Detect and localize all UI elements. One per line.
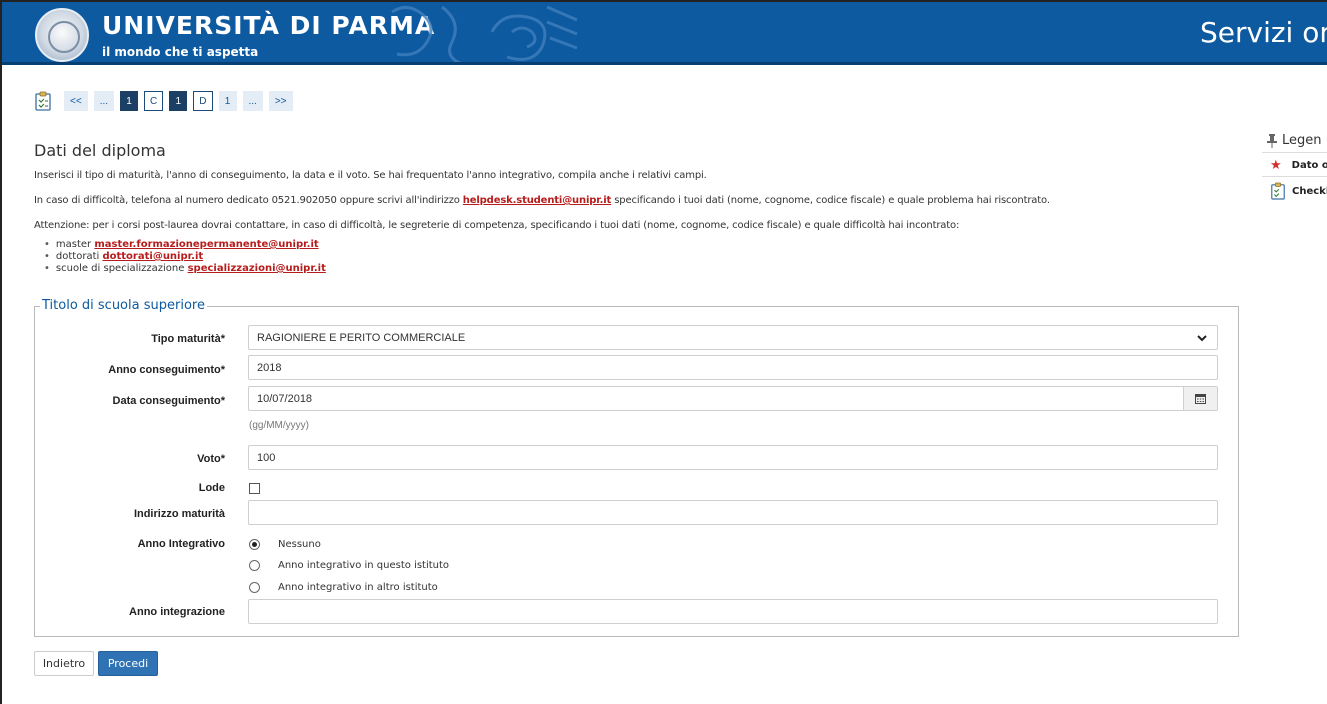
site-header: UNIVERSITÀ DI PARMA il mondo che ti aspe… [2,2,1327,65]
help-text-after: specificando i tuoi dati (nome, cognome,… [611,195,1050,206]
next-button[interactable]: Procedi [98,651,158,676]
intro-text: Inserisci il tipo di maturità, l'anno di… [34,170,707,181]
contacts-list: master master.formazionepermanente@unipr… [44,239,326,275]
date-format-hint: (gg/MM/yyyy) [249,420,309,431]
wizard-pager: << ... 1 C 1 D 1 ... >> [34,91,299,111]
warning-text: Attenzione: per i corsi post-laurea dovr… [34,220,960,231]
radio-nessuno[interactable]: Nessuno [249,537,321,551]
radio-label: Anno integrativo in questo istituto [278,559,450,571]
legend-item-checklist: Checkl [1270,182,1327,200]
legend-item-required: ★ Dato o [1270,158,1327,173]
voto-input[interactable]: 100 [248,445,1218,470]
list-item: master master.formazionepermanente@unipr… [44,239,326,251]
pager-step-current[interactable]: 1 [169,91,188,111]
anno-conseguimento-label: Anno conseguimento* [108,364,225,376]
anno-integrazione-input[interactable] [248,599,1218,624]
header-decoration [391,5,578,65]
radio-questo-istituto[interactable]: Anno integrativo in questo istituto [249,558,449,572]
voto-label: Voto* [197,453,225,465]
data-conseguimento-input[interactable]: 10/07/2018 [248,386,1218,411]
legend-divider [1262,176,1327,177]
fieldset-legend: Titolo di scuola superiore [40,298,207,313]
pager-last[interactable]: >> [268,91,293,111]
contact-label: master [55,239,92,250]
header-bottom-rule [2,62,1327,65]
legend-divider [1262,152,1327,153]
indirizzo-maturita-input[interactable] [248,500,1218,525]
legend-item-label: Checkl [1292,185,1327,197]
legend-panel-title: Legen [1266,133,1322,148]
services-title: Servizi onli [1200,16,1327,49]
list-item: dottorati dottorati@unipr.it [44,251,326,263]
radio-label: Nessuno [278,538,321,550]
pager-ellipsis[interactable]: ... [242,91,263,111]
tipo-maturita-select[interactable]: RAGIONIERE E PERITO COMMERCIALE [248,325,1218,350]
star-icon: ★ [1270,158,1282,173]
radio-button[interactable] [249,559,260,571]
data-conseguimento-value: 10/07/2018 [257,392,313,405]
helpdesk-email-link[interactable]: helpdesk.studenti@unipr.it [463,195,612,206]
anno-integrazione-label: Anno integrazione [129,606,225,618]
checklist-icon[interactable] [34,91,52,111]
list-item: scuole di specializzazione specializzazi… [44,263,326,275]
lode-label: Lode [198,482,225,494]
page-title: Dati del diploma [34,141,166,160]
university-seal-logo[interactable] [35,8,89,62]
brand-subtitle: il mondo che ti aspetta [102,45,259,59]
radio-label: Anno integrativo in altro istituto [278,581,438,593]
legend-title-text: Legen [1282,133,1322,148]
anno-conseguimento-input[interactable]: 2018 [248,355,1218,380]
contact-label: scuole di specializzazione [55,263,185,274]
pager-first[interactable]: << [64,91,88,111]
anno-integrativo-label: Anno Integrativo [137,538,225,550]
data-conseguimento-label: Data conseguimento* [112,395,225,407]
indirizzo-maturita-label: Indirizzo maturità [133,508,225,520]
master-email-link[interactable]: master.formazionepermanente@unipr.it [94,239,318,250]
radio-altro-istituto[interactable]: Anno integrativo in altro istituto [249,580,438,594]
pin-icon [1267,133,1277,148]
calendar-icon [1195,394,1206,404]
radio-button[interactable] [249,581,260,593]
back-button[interactable]: Indietro [34,651,94,676]
pager-step[interactable]: 1 [218,91,237,111]
pager-step[interactable]: 1 [120,91,139,111]
chevron-down-icon [1197,335,1207,342]
lode-checkbox[interactable] [249,483,260,494]
help-text-before: In caso di difficoltà, telefona al numer… [34,195,463,206]
contact-label: dottorati [55,251,100,262]
checklist-icon [1271,182,1285,200]
calendar-button[interactable] [1183,387,1217,410]
pager-step-d[interactable]: D [193,91,213,111]
dottorati-email-link[interactable]: dottorati@unipr.it [102,251,203,262]
pager-step-c[interactable]: C [144,91,164,111]
legend-item-label: Dato o [1291,160,1327,171]
help-text: In caso di difficoltà, telefona al numer… [34,195,1050,206]
radio-button-selected[interactable] [249,538,260,550]
tipo-maturita-label: Tipo maturità* [151,333,225,345]
specializzazioni-email-link[interactable]: specializzazioni@unipr.it [188,263,326,274]
tipo-maturita-value: RAGIONIERE E PERITO COMMERCIALE [257,331,466,344]
pager-ellipsis[interactable]: ... [93,91,115,111]
